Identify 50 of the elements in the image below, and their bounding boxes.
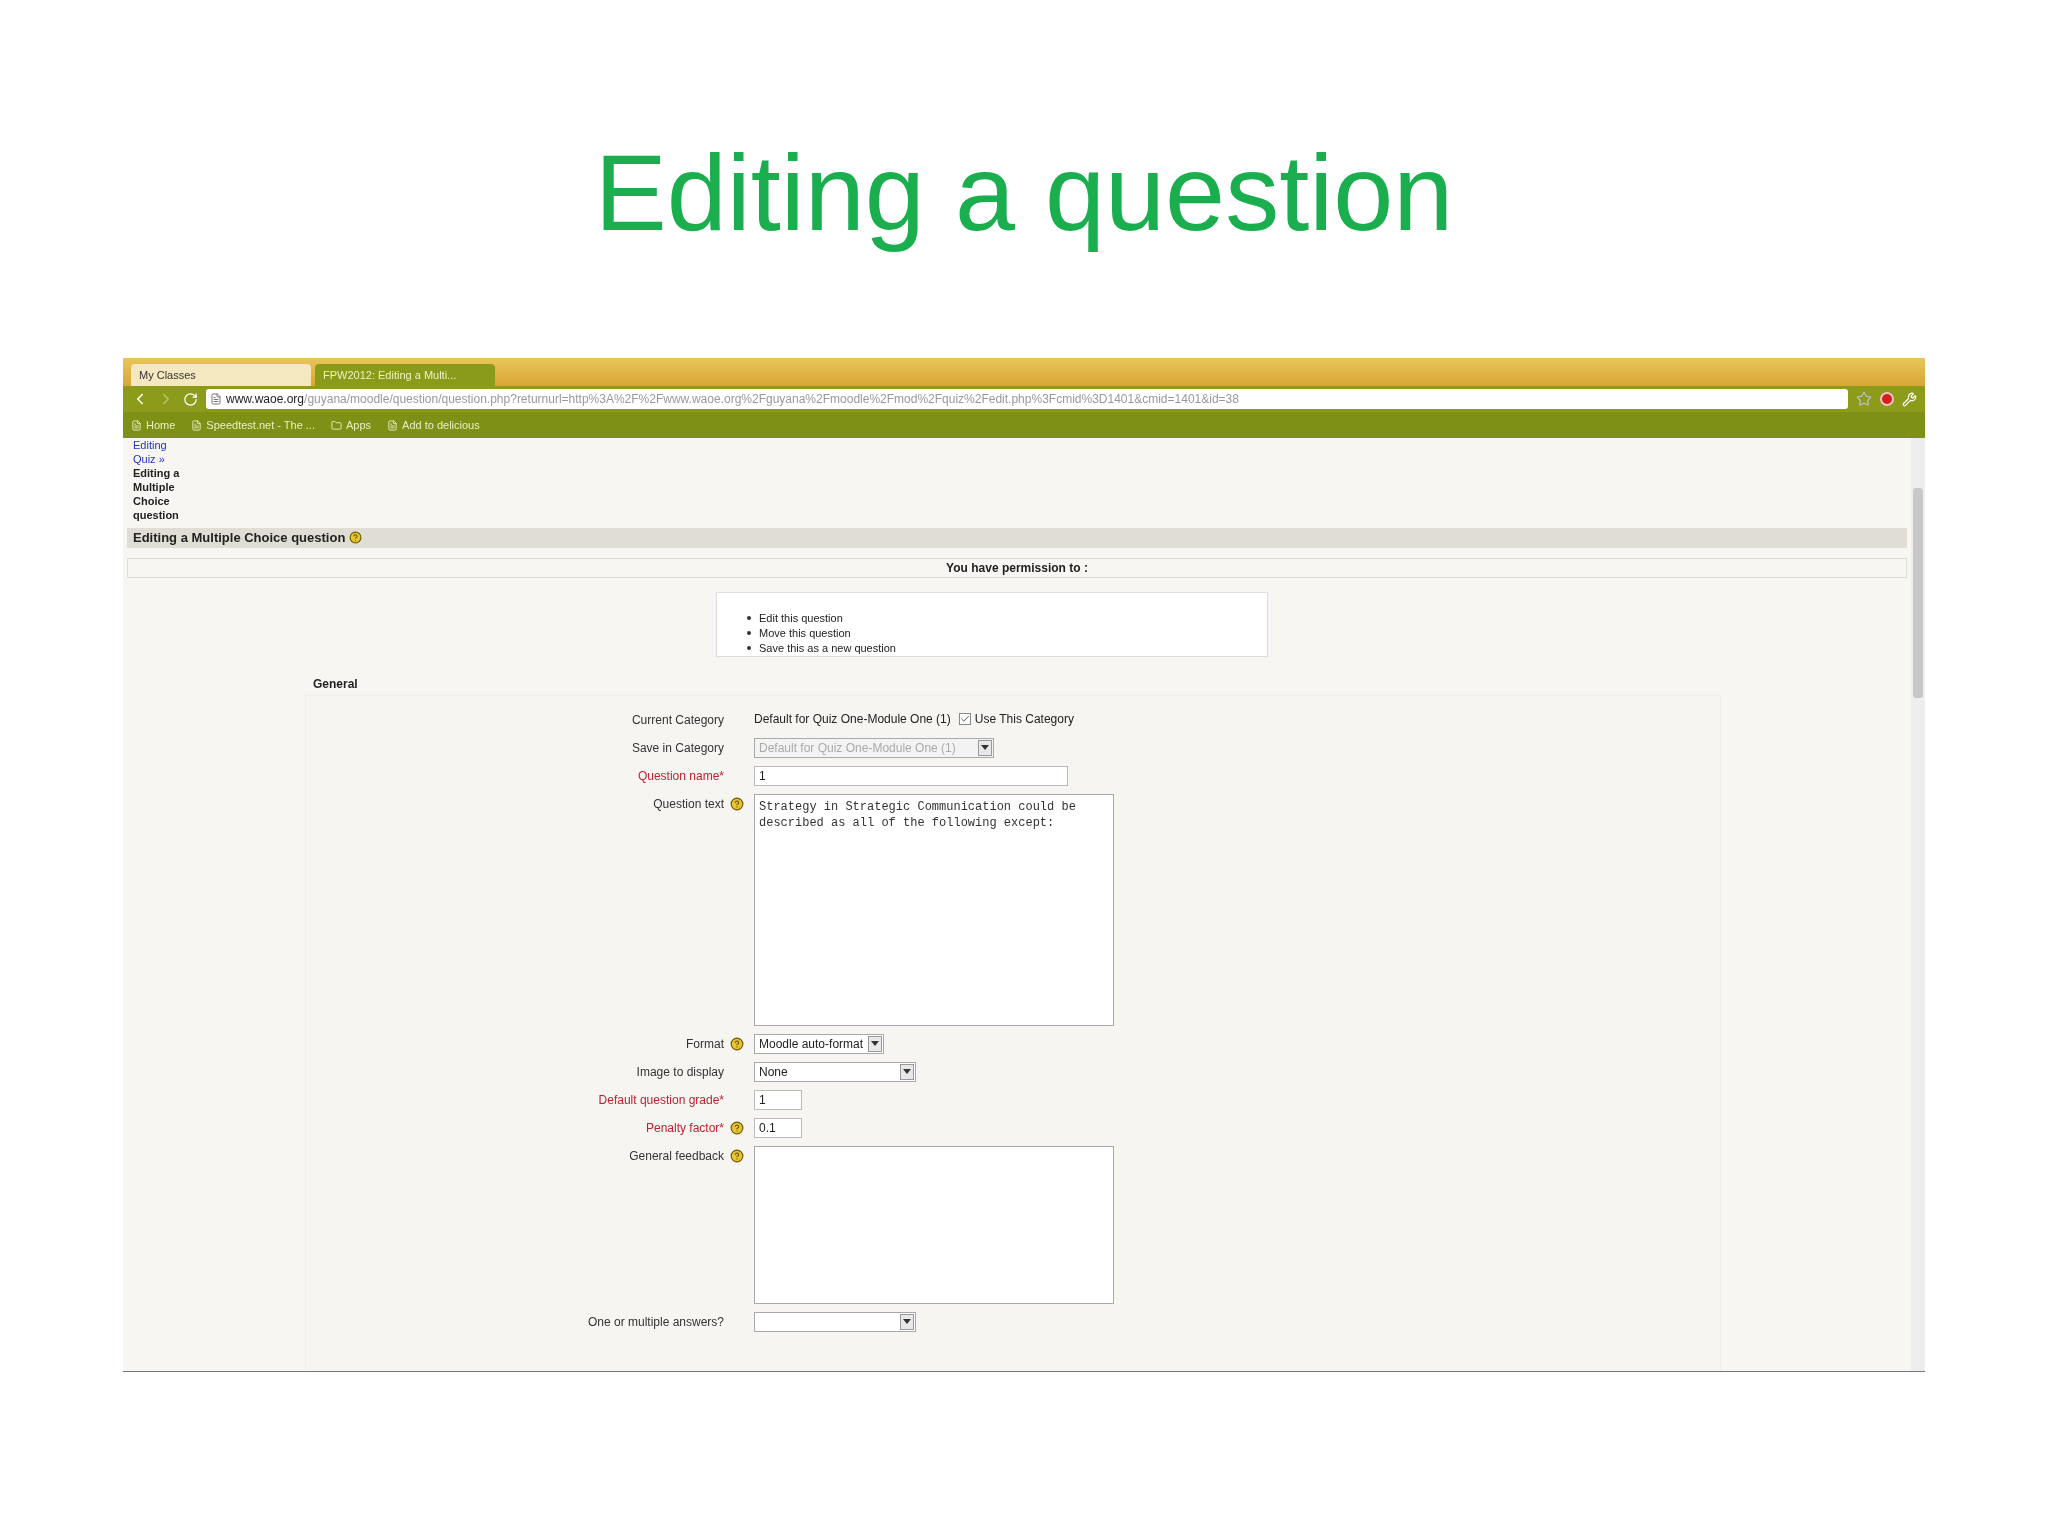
select-field[interactable]: None <box>754 1061 916 1082</box>
checkbox[interactable] <box>958 712 971 725</box>
page-icon <box>131 419 142 431</box>
stop-icon[interactable] <box>1880 392 1894 406</box>
select-field[interactable] <box>754 1311 916 1332</box>
field-value: Default for Quiz One-Module One (1) <box>754 710 951 728</box>
reload-icon[interactable] <box>183 391 198 407</box>
field-label: Save in Category <box>631 739 724 757</box>
field-label: One or multiple answers? <box>587 1313 724 1331</box>
help-icon[interactable] <box>730 1120 744 1135</box>
dropdown-icon <box>903 1069 911 1074</box>
permission-item: Save this as a new question <box>759 640 896 656</box>
field-label: Penalty factor* <box>645 1119 724 1137</box>
scrollbar[interactable] <box>1911 438 1925 1371</box>
select-field[interactable]: Moodle auto-format <box>754 1033 884 1054</box>
dropdown-icon <box>903 1319 911 1324</box>
slide-title: Editing a question <box>594 131 1454 255</box>
input-field[interactable]: 1 <box>754 1089 802 1110</box>
permission-item: Move this question <box>759 625 851 641</box>
page-icon <box>387 419 399 431</box>
breadcrumb-link[interactable]: Quiz » <box>133 452 193 466</box>
field-label: Default question grade* <box>598 1091 724 1109</box>
permission-bar: You have permission to : <box>127 557 1907 578</box>
settings-icon[interactable] <box>1902 391 1917 407</box>
browser-tab[interactable]: My Classes <box>131 364 311 386</box>
help-icon[interactable] <box>730 1148 744 1163</box>
page-heading: Editing a Multiple Choice question <box>127 528 1907 548</box>
help-icon[interactable] <box>349 531 363 545</box>
page-icon <box>191 419 203 431</box>
input-field[interactable]: 0.1 <box>754 1117 802 1138</box>
input-field[interactable]: 1 <box>754 765 1068 786</box>
star-icon[interactable] <box>1856 391 1872 407</box>
help-icon[interactable] <box>730 796 744 811</box>
field-label: Question name* <box>637 767 724 785</box>
dropdown-icon <box>981 745 989 750</box>
folder-icon <box>331 419 342 431</box>
checkbox-label: Use This Category <box>974 710 1074 728</box>
field-label: Image to display <box>636 1063 724 1081</box>
breadcrumb-current: Editing a Multiple Choice question <box>133 466 181 522</box>
field-label: General feedback <box>629 1147 724 1165</box>
field-label: Question text <box>653 795 724 813</box>
field-label: Format <box>686 1035 724 1053</box>
breadcrumb-link[interactable]: Editing <box>133 438 193 452</box>
field-label: Current Category <box>631 711 724 729</box>
address-bar[interactable]: www.waoe.org/guyana/moodle/question/question.php?returnurl=http%3A%2F%2Fwww.waoe.org%2Fguyana%2Fmoodle%2Fmod%2Fquiz%2Fedit.php%3Fcmid%3D1401&cmid=1401&id=38 <box>206 389 1848 409</box>
permission-item: Edit this question <box>759 610 843 626</box>
fieldset-legend: General <box>313 674 1721 693</box>
dropdown-icon <box>871 1041 879 1046</box>
help-icon[interactable] <box>730 1036 744 1051</box>
text-area[interactable]: Strategy in Strategic Communication could be described as all of the following except: <box>754 793 1114 1026</box>
